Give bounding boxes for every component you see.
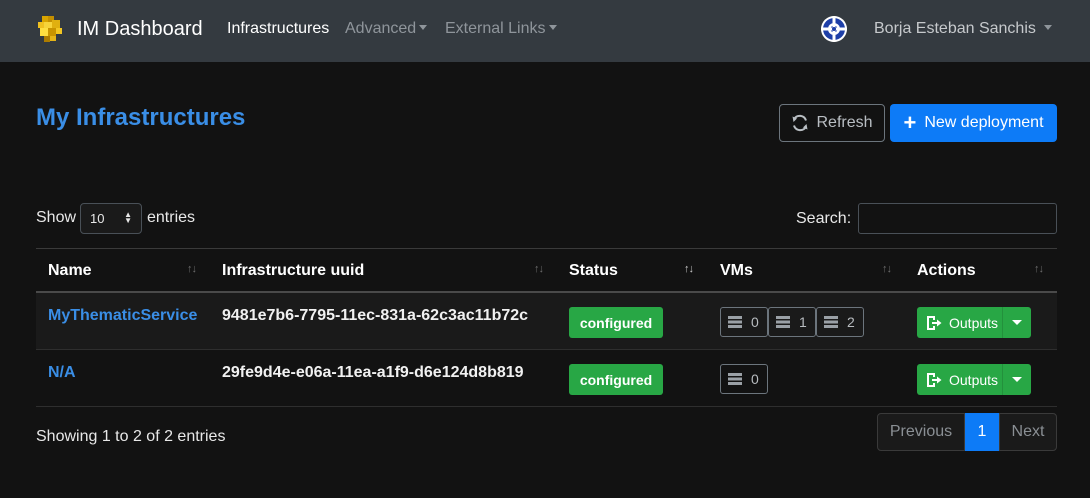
user-menu[interactable]: Borja Esteban Sanchis: [874, 20, 1052, 38]
page-length-select[interactable]: 10 ▲ ▼: [80, 203, 142, 234]
search-label: Search:: [796, 210, 852, 227]
sort-active-icon: ↑↓: [684, 263, 694, 275]
infrastructure-name-link[interactable]: MyThematicService: [48, 307, 197, 325]
caret-down-icon: [1012, 377, 1022, 382]
vm-id: 0: [751, 371, 759, 387]
nav-advanced[interactable]: Advanced: [345, 20, 428, 38]
outputs-label: Outputs: [949, 314, 999, 331]
vm-button[interactable]: 2: [816, 307, 864, 337]
server-icon: [728, 373, 742, 385]
previous-page-button[interactable]: Previous: [877, 413, 965, 451]
im-logo-icon: [36, 14, 66, 44]
sign-out-icon: [927, 372, 942, 387]
pagination: Previous 1 Next: [877, 413, 1057, 451]
outputs-dropdown-toggle[interactable]: [1003, 377, 1031, 382]
outputs-button[interactable]: Outputs: [917, 364, 1003, 395]
nav-external-links-label: External Links: [445, 20, 546, 37]
sort-icon: ↑↓: [1034, 263, 1044, 275]
next-page-button[interactable]: Next: [999, 413, 1057, 451]
nav-advanced-label: Advanced: [345, 20, 417, 37]
table-header: Name ↑↓ Infrastructure uuid ↑↓ Status ↑↓…: [36, 248, 1057, 293]
table-info: Showing 1 to 2 of 2 entries: [36, 428, 226, 445]
vm-list: 0: [720, 364, 768, 394]
infrastructure-name-link[interactable]: N/A: [48, 364, 76, 382]
sign-out-icon: [927, 315, 942, 330]
refresh-icon: [792, 114, 808, 132]
show-label: Show: [36, 209, 77, 226]
vm-id: 2: [847, 314, 855, 330]
col-status-header[interactable]: Status: [569, 262, 618, 280]
new-deployment-label: New deployment: [924, 114, 1044, 131]
select-arrows-icon: ▲ ▼: [124, 210, 132, 225]
page-1-button[interactable]: 1: [965, 413, 999, 451]
col-actions-header[interactable]: Actions: [917, 262, 976, 280]
sort-icon: ↑↓: [534, 263, 544, 275]
nav-external-links[interactable]: External Links: [445, 20, 557, 38]
table-row: N/A 29fe9d4e-e06a-11ea-a1f9-d6e124d8b819…: [36, 350, 1057, 407]
server-icon: [824, 316, 838, 328]
table-row: MyThematicService 9481e7b6-7795-11ec-831…: [36, 293, 1057, 350]
brand[interactable]: IM Dashboard: [36, 14, 203, 44]
server-icon: [728, 316, 742, 328]
server-icon: [776, 316, 790, 328]
navbar: IM Dashboard Infrastructures Advanced Ex…: [0, 0, 1090, 62]
nav-infrastructures[interactable]: Infrastructures: [227, 20, 329, 38]
entries-label: entries: [147, 209, 196, 226]
plus-icon: +: [903, 110, 917, 135]
status-badge: configured: [569, 364, 663, 395]
user-name: Borja Esteban Sanchis: [874, 20, 1036, 37]
page-title: My Infrastructures: [36, 104, 246, 131]
brand-title: IM Dashboard: [77, 17, 203, 40]
refresh-label: Refresh: [816, 114, 873, 131]
infrastructure-uuid: 29fe9d4e-e06a-11ea-a1f9-d6e124d8b819: [222, 364, 524, 381]
caret-down-icon: [1012, 320, 1022, 325]
nav-infrastructures-label: Infrastructures: [227, 20, 330, 37]
outputs-button[interactable]: Outputs: [917, 307, 1003, 338]
status-badge: configured: [569, 307, 663, 338]
outputs-button-group: Outputs: [917, 307, 1031, 338]
chevron-down-icon: [548, 25, 557, 30]
page-length-value: 10: [90, 211, 105, 226]
refresh-button[interactable]: Refresh: [779, 104, 885, 142]
chevron-down-icon: [419, 25, 428, 30]
col-name-header[interactable]: Name: [48, 262, 92, 280]
sort-icon: ↑↓: [882, 263, 892, 275]
vm-button[interactable]: 0: [720, 307, 768, 337]
vm-button[interactable]: 1: [768, 307, 816, 337]
sort-icon: ↑↓: [187, 263, 197, 275]
vm-id: 0: [751, 314, 759, 330]
col-vms-header[interactable]: VMs: [720, 262, 753, 280]
search-input[interactable]: [858, 203, 1057, 234]
vm-button[interactable]: 0: [720, 364, 768, 394]
col-uuid-header[interactable]: Infrastructure uuid: [222, 262, 364, 280]
chevron-down-icon: [1043, 25, 1052, 30]
vm-list: 0 1 2: [720, 307, 864, 337]
outputs-button-group: Outputs: [917, 364, 1031, 395]
outputs-label: Outputs: [949, 371, 999, 388]
vm-id: 1: [799, 314, 807, 330]
new-deployment-button[interactable]: + New deployment: [890, 104, 1057, 142]
user-avatar-icon[interactable]: [819, 14, 849, 44]
infrastructure-uuid: 9481e7b6-7795-11ec-831a-62c3ac11b72c: [222, 307, 529, 324]
outputs-dropdown-toggle[interactable]: [1003, 320, 1031, 325]
